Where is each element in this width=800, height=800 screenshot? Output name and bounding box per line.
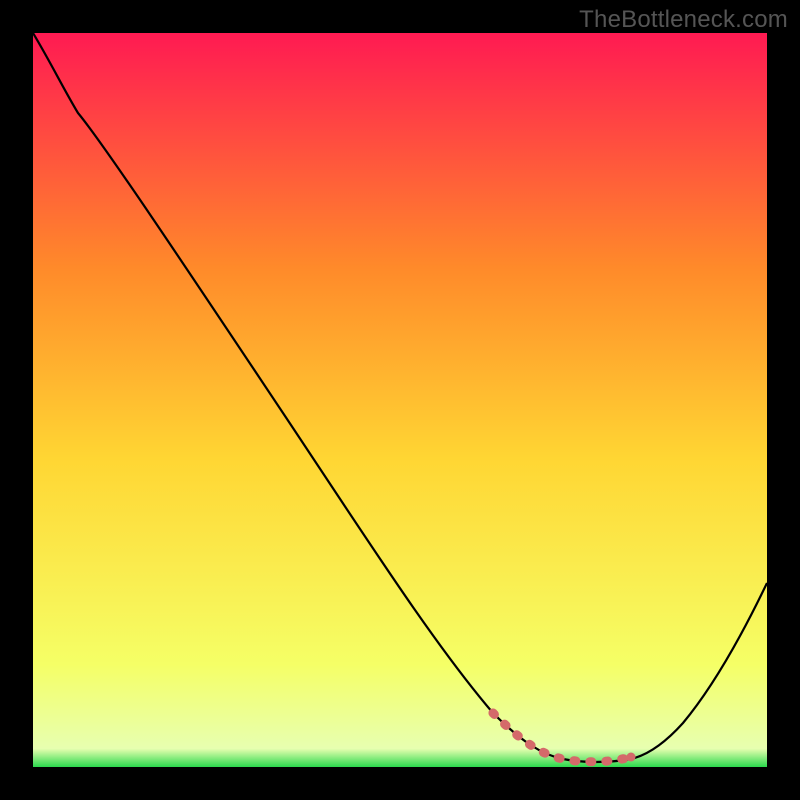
optimal-range-highlight xyxy=(493,713,631,762)
curve-layer xyxy=(33,33,767,767)
highlight-start-dot xyxy=(489,709,498,718)
watermark-text: TheBottleneck.com xyxy=(579,6,788,34)
highlight-end-dot xyxy=(627,753,636,762)
bottleneck-curve xyxy=(33,33,767,762)
plot-area xyxy=(33,33,767,767)
chart-container: TheBottleneck.com xyxy=(0,0,800,800)
